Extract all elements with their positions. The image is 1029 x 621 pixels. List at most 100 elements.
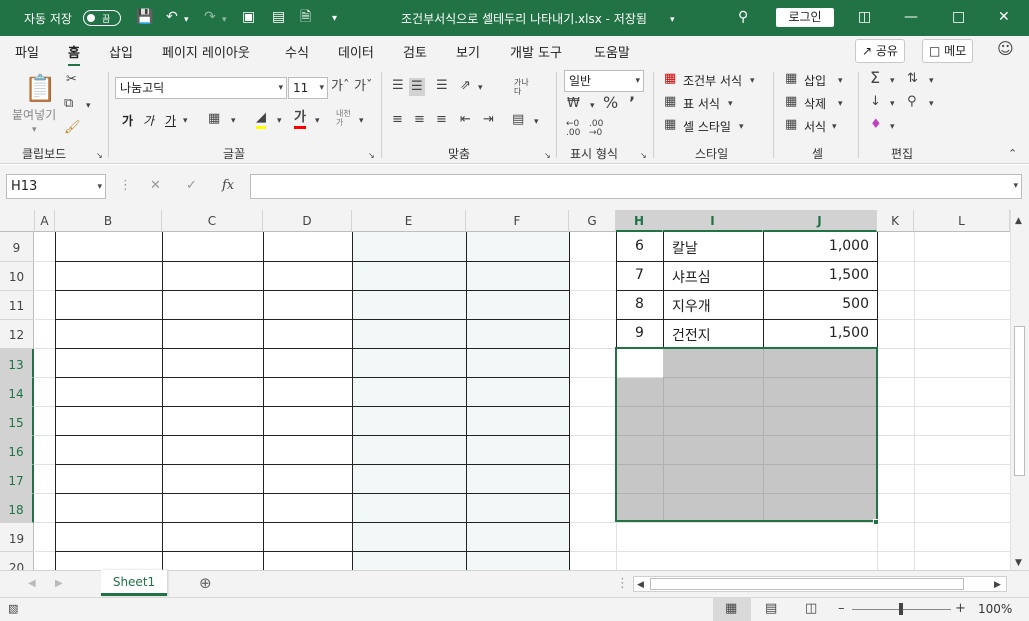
row-header-20[interactable]: 20 [0, 552, 34, 570]
cell-i12[interactable]: 건전지 [672, 325, 711, 345]
sheet-tab-sheet1[interactable]: Sheet1 [101, 570, 167, 596]
format-cells-icon[interactable]: ▦ [785, 117, 797, 133]
table-icon[interactable]: ▤ [272, 9, 285, 25]
undo-dropdown-icon[interactable]: ▾ [184, 12, 189, 28]
new-file-icon[interactable]: 🗎 [300, 9, 311, 25]
cell-i10[interactable]: 샤프심 [672, 267, 711, 287]
conditional-format-button[interactable]: 조건부 서식 [683, 72, 742, 89]
scroll-up-icon[interactable]: ▲ [1015, 213, 1022, 229]
phonetic-dropdown-icon[interactable]: ▾ [359, 113, 364, 129]
row-header-16[interactable]: 16 [0, 436, 34, 465]
share-button[interactable]: ↗ 공유 [855, 39, 905, 63]
align-top-icon[interactable]: ☰ [392, 78, 404, 94]
cell-h10[interactable]: 7 [635, 267, 644, 283]
paste-icon[interactable]: 📋 [24, 74, 56, 104]
cell-styles-icon[interactable]: ▦ [664, 117, 676, 133]
maximize-icon[interactable]: □ [952, 9, 965, 25]
alignment-launcher-icon[interactable]: ↘ [544, 148, 551, 164]
tab-view[interactable]: 보기 [456, 42, 480, 61]
paste-dropdown-icon[interactable]: ▾ [32, 122, 37, 138]
find-select-icon[interactable]: ⚲ [907, 94, 917, 110]
page-break-view-icon[interactable]: ◫ [805, 601, 817, 617]
format-dropdown-icon[interactable]: ▾ [832, 119, 837, 135]
fill-handle[interactable] [873, 519, 879, 525]
formula-input[interactable]: ▾ [250, 174, 1022, 199]
copy-dropdown-icon[interactable]: ▾ [86, 98, 91, 114]
insert-cells-icon[interactable]: ▦ [785, 71, 797, 87]
tab-page-layout[interactable]: 페이지 레이아웃 [162, 42, 250, 61]
insert-dropdown-icon[interactable]: ▾ [838, 73, 843, 89]
underline-button[interactable]: 가 [165, 112, 176, 129]
autosum-dropdown-icon[interactable]: ▾ [890, 73, 895, 89]
search-icon[interactable]: ⚲ [738, 9, 748, 25]
font-size-box[interactable]: 11 ▾ [288, 77, 328, 99]
normal-view-button[interactable]: ▦ [713, 598, 751, 621]
merge-center-icon[interactable]: ▤ [512, 112, 524, 128]
bold-button[interactable]: 가 [122, 112, 133, 129]
tab-splitter-icon[interactable]: ⋮ [616, 576, 629, 592]
row-header-15[interactable]: 15 [0, 407, 34, 436]
align-middle-icon[interactable]: ☰ [409, 78, 425, 96]
align-center-icon[interactable]: ≡ [414, 112, 425, 128]
fill-dropdown-icon[interactable]: ▾ [890, 96, 895, 112]
fill-color-dropdown-icon[interactable]: ▾ [277, 113, 282, 129]
cell-i9[interactable]: 칼날 [672, 238, 698, 258]
autosave-toggle[interactable]: 끔 [83, 10, 121, 26]
zoom-in-icon[interactable]: + [955, 601, 966, 617]
fill-icon[interactable]: ↓ [870, 94, 881, 110]
title-dropdown-icon[interactable]: ▾ [670, 12, 675, 28]
redo-icon[interactable]: ↷ [204, 9, 216, 25]
accounting-dropdown-icon[interactable]: ▾ [590, 98, 595, 114]
add-sheet-icon[interactable]: ⊕ [199, 575, 212, 591]
font-name-box[interactable]: 나눔고딕 ▾ [115, 77, 287, 99]
feedback-smiley-icon[interactable]: ☺ [997, 41, 1014, 57]
copy-icon[interactable]: ⧉ [64, 96, 73, 112]
prev-sheet-icon[interactable]: ◀ [28, 576, 36, 592]
save-icon[interactable]: 💾 [136, 9, 153, 25]
align-right-icon[interactable]: ≡ [436, 112, 447, 128]
enter-icon[interactable]: ✓ [186, 178, 197, 194]
orientation-dropdown-icon[interactable]: ▾ [478, 80, 483, 96]
decrease-decimal-icon[interactable]: .00 →0 [589, 120, 603, 138]
sort-filter-dropdown-icon[interactable]: ▾ [929, 73, 934, 89]
login-button[interactable]: 로그인 [776, 8, 834, 27]
font-launcher-icon[interactable]: ↘ [368, 148, 375, 164]
underline-dropdown-icon[interactable]: ▾ [183, 113, 188, 129]
tab-review[interactable]: 검토 [403, 42, 427, 61]
comma-style-icon[interactable]: ’ [629, 95, 635, 111]
decrease-indent-icon[interactable]: ⇤ [460, 112, 471, 128]
increase-font-icon[interactable]: 가ˆ [331, 79, 349, 95]
delete-cells-button[interactable]: 삭제 [804, 95, 826, 112]
comments-button[interactable]: □ 메모 [922, 39, 974, 63]
number-format-box[interactable]: 일반 ▾ [564, 70, 644, 92]
cell-styles-dropdown-icon[interactable]: ▾ [739, 119, 744, 135]
align-left-icon[interactable]: ≡ [392, 112, 403, 128]
autosum-icon[interactable]: Σ [870, 70, 880, 86]
borders-icon[interactable]: ▦ [208, 111, 220, 127]
scroll-right-icon[interactable]: ▶ [994, 577, 1001, 593]
vertical-scrollbar[interactable]: ▲ ▼ [1010, 210, 1029, 570]
row-header-19[interactable]: 19 [0, 523, 34, 552]
cell-j9[interactable]: 1,000 [829, 238, 869, 254]
next-sheet-icon[interactable]: ▶ [55, 576, 63, 592]
close-icon[interactable]: ✕ [998, 9, 1010, 25]
row-header-9[interactable]: 9 [0, 232, 34, 262]
clear-icon[interactable]: ♦ [870, 117, 882, 133]
row-header-13[interactable]: 13 [0, 349, 34, 378]
clear-dropdown-icon[interactable]: ▾ [890, 119, 895, 135]
align-bottom-icon[interactable]: ☰ [436, 78, 448, 94]
scroll-down-icon[interactable]: ▼ [1015, 555, 1022, 571]
conditional-format-icon[interactable]: ▦ [664, 71, 676, 87]
tab-developer[interactable]: 개발 도구 [510, 42, 562, 61]
cell-h9[interactable]: 6 [635, 238, 644, 254]
zoom-slider-thumb[interactable] [899, 603, 903, 615]
insert-function-icon[interactable]: fx [222, 178, 234, 194]
cell-j12[interactable]: 1,500 [829, 325, 869, 341]
zoom-level[interactable]: 100% [978, 602, 1012, 616]
borders-dropdown-icon[interactable]: ▾ [231, 113, 236, 129]
cancel-icon[interactable]: ✕ [150, 178, 161, 194]
cell-j10[interactable]: 1,500 [829, 267, 869, 283]
delete-dropdown-icon[interactable]: ▾ [838, 96, 843, 112]
redo-dropdown-icon[interactable]: ▾ [222, 12, 227, 28]
wrap-text-icon[interactable]: 가나 다 [514, 78, 529, 96]
